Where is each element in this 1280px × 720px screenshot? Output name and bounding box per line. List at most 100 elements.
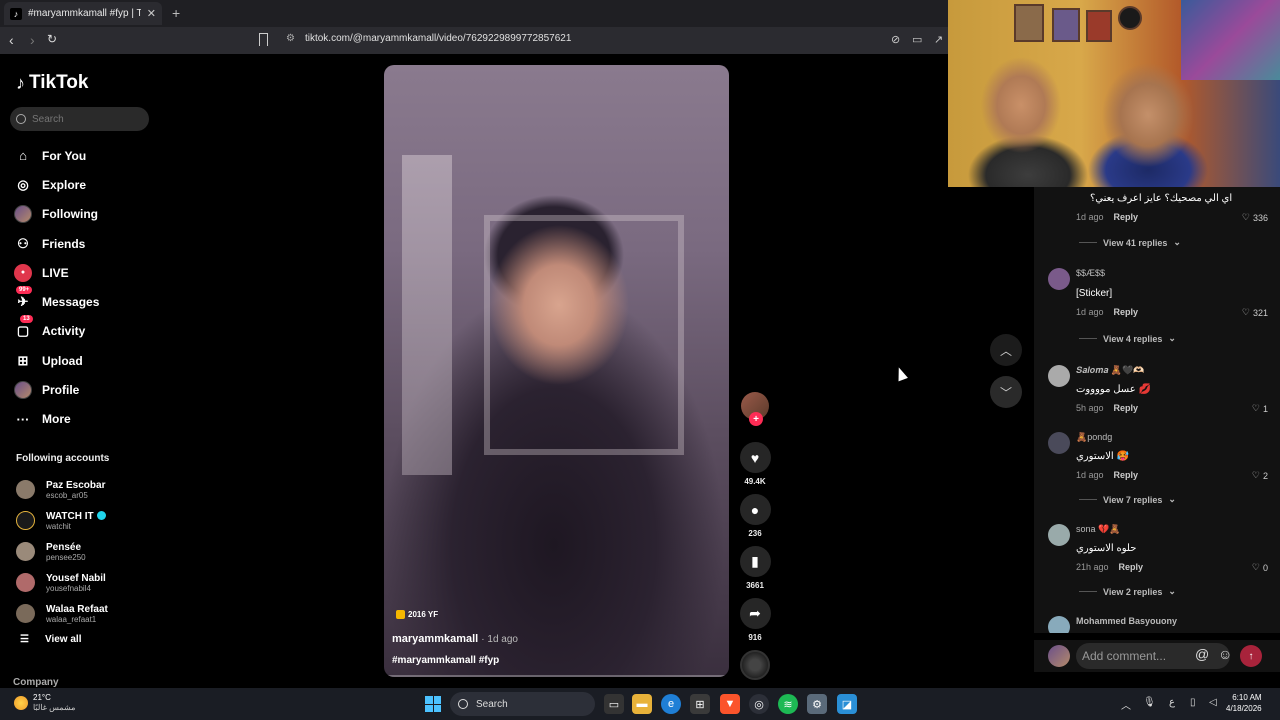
emoji-icon[interactable]: ☺: [1218, 646, 1232, 662]
sidebar-item-activity[interactable]: ▢ 13 Activity: [14, 315, 99, 346]
close-tab-icon[interactable]: ✕: [147, 7, 156, 20]
back-icon[interactable]: ‹: [9, 32, 14, 48]
mention-icon[interactable]: @: [1195, 646, 1209, 662]
reply-button[interactable]: Reply: [1114, 403, 1139, 413]
search-input[interactable]: [32, 113, 132, 125]
comment-user[interactable]: Mohammed Basyouony: [1076, 616, 1177, 626]
view-replies-button[interactable]: View 2 replies ⌄: [1079, 586, 1176, 597]
sidebar-item-messages[interactable]: ✈ 99+ Messages: [14, 286, 99, 316]
task-view-icon[interactable]: ▭: [604, 694, 624, 714]
sidebar-item-upload[interactable]: ⊞ Upload: [14, 346, 99, 375]
video-hashtags[interactable]: #maryammkamall #fyp: [392, 655, 499, 666]
edge-icon[interactable]: e: [661, 694, 681, 714]
more-icon: ···: [16, 411, 30, 427]
creator-avatar[interactable]: +: [741, 392, 769, 426]
account-handle: pensee250: [46, 552, 86, 562]
reply-button[interactable]: Reply: [1119, 562, 1144, 572]
brave-icon[interactable]: ▼: [720, 694, 740, 714]
tiktok-logo[interactable]: ♪ TikTok: [16, 72, 88, 94]
video-author[interactable]: maryammkamall · 1d ago: [392, 633, 518, 645]
app-icon[interactable]: ◎: [749, 694, 769, 714]
avatar: [16, 511, 35, 530]
comment-user[interactable]: 𝑺𝒂𝒍𝒐𝒎𝒂 🧸🖤🫶🏻: [1076, 365, 1144, 376]
account-item[interactable]: Paz Escobar escob_ar05: [16, 474, 108, 505]
settings-gear-icon[interactable]: ⚙: [807, 694, 827, 714]
account-item[interactable]: Walaa Refaat walaa_refaat1: [16, 598, 108, 629]
video-player[interactable]: 2016 YF maryammkamall · 1d ago #maryammk…: [384, 65, 729, 677]
photos-icon[interactable]: ◪: [837, 694, 857, 714]
browser-tab-bar: ♪ #maryammkamall #fyp | TikTok ✕ +: [0, 0, 948, 27]
view-all-button[interactable]: ☰ View all: [20, 634, 81, 645]
comment-like[interactable]: ♡ 321: [1242, 307, 1268, 318]
file-explorer-icon[interactable]: ▬: [632, 694, 652, 714]
save-action[interactable]: ▮ 3661: [739, 546, 771, 598]
like-action[interactable]: ♥ 49.4K: [739, 442, 771, 494]
avatar[interactable]: [1048, 524, 1070, 546]
cast-icon[interactable]: ▭: [912, 33, 922, 46]
avatar[interactable]: [1048, 268, 1070, 290]
share-arrow-icon[interactable]: ➦: [739, 598, 771, 629]
weather-widget[interactable]: 21°C مشمس غالبًا: [14, 693, 75, 713]
account-item[interactable]: Yousef Nabil yousefnabil4: [16, 567, 108, 598]
forward-icon[interactable]: ›: [30, 32, 35, 48]
heart-icon[interactable]: ♥: [739, 442, 771, 473]
reply-button[interactable]: Reply: [1114, 212, 1139, 222]
taskbar-search[interactable]: Search: [450, 692, 595, 716]
sidebar-item-friends[interactable]: ⚇ Friends: [14, 229, 99, 258]
comment-like[interactable]: ♡ 0: [1252, 562, 1268, 573]
previous-video-button[interactable]: ︿: [990, 334, 1022, 366]
sidebar-item-live[interactable]: ● LIVE: [14, 258, 99, 287]
new-tab-button[interactable]: +: [172, 5, 180, 21]
store-icon[interactable]: ⊞: [690, 694, 710, 714]
network-icon[interactable]: ▯: [1190, 697, 1196, 708]
avatar: [16, 604, 35, 623]
comment-icon[interactable]: ●: [739, 494, 771, 525]
view-replies-button[interactable]: View 4 replies ⌄: [1079, 333, 1176, 344]
view-replies-button[interactable]: View 41 replies ⌄: [1079, 237, 1181, 248]
reply-button[interactable]: Reply: [1114, 470, 1139, 480]
company-link[interactable]: Company: [13, 677, 59, 688]
account-item[interactable]: WATCH IT watchit: [16, 505, 108, 536]
browser-tab[interactable]: ♪ #maryammkamall #fyp | TikTok ✕: [4, 2, 162, 25]
avatar[interactable]: [1048, 365, 1070, 387]
share-action[interactable]: ➦ 916: [739, 598, 771, 650]
comment-user[interactable]: sona 💔🧸: [1076, 524, 1120, 535]
sidebar-item-explore[interactable]: ◎ Explore: [14, 170, 99, 199]
account-item[interactable]: Pensée pensee250: [16, 536, 108, 567]
comment-action[interactable]: ● 236: [739, 494, 771, 546]
sidebar-item-following[interactable]: Following: [14, 200, 99, 229]
bookmark-icon[interactable]: ▮: [739, 546, 771, 577]
chevron-up-icon[interactable]: ︿: [1121, 697, 1131, 712]
sidebar-item-profile[interactable]: Profile: [14, 375, 99, 404]
windows-start-icon[interactable]: [425, 696, 441, 712]
search-box[interactable]: [10, 107, 149, 131]
volume-icon[interactable]: ◁: [1209, 697, 1217, 708]
url-field[interactable]: ⚙ tiktok.com/@maryammkamall/video/7629229…: [286, 33, 571, 44]
comment-like[interactable]: ♡ 336: [1242, 212, 1268, 223]
reply-button[interactable]: Reply: [1114, 307, 1139, 317]
comment-like[interactable]: ♡ 1: [1252, 403, 1268, 414]
author-name: maryammkamall: [392, 633, 479, 645]
comment-user[interactable]: $$Æ$$: [1076, 268, 1105, 278]
spotify-icon[interactable]: ≋: [778, 694, 798, 714]
avatar[interactable]: [1048, 432, 1070, 454]
sidebar-item-more[interactable]: ··· More: [14, 405, 99, 434]
reload-icon[interactable]: ↻: [47, 32, 57, 46]
view-replies-button[interactable]: View 7 replies ⌄: [1079, 494, 1176, 505]
follow-plus-icon[interactable]: +: [749, 412, 763, 426]
send-icon[interactable]: ↑: [1240, 645, 1262, 667]
no-camera-icon[interactable]: ⊘: [891, 33, 900, 46]
avatar[interactable]: [1048, 616, 1070, 633]
bookmark-icon[interactable]: [259, 33, 268, 46]
video-progress-bar[interactable]: [384, 675, 729, 677]
clock[interactable]: 6:10 AM 4/18/2026: [1226, 692, 1262, 714]
comment-user[interactable]: 🧸pondg: [1076, 432, 1112, 443]
comment-like[interactable]: ♡ 2: [1252, 470, 1268, 481]
microphone-icon[interactable]: 🎙: [1143, 697, 1156, 708]
music-disc-icon[interactable]: [740, 650, 770, 680]
site-info-icon[interactable]: ⚙: [286, 33, 295, 44]
sidebar-item-for-you[interactable]: ⌂ For You: [14, 141, 99, 170]
language-indicator[interactable]: ع: [1169, 697, 1175, 708]
share-icon[interactable]: ↗: [934, 33, 943, 46]
next-video-button[interactable]: ﹀: [990, 376, 1022, 408]
